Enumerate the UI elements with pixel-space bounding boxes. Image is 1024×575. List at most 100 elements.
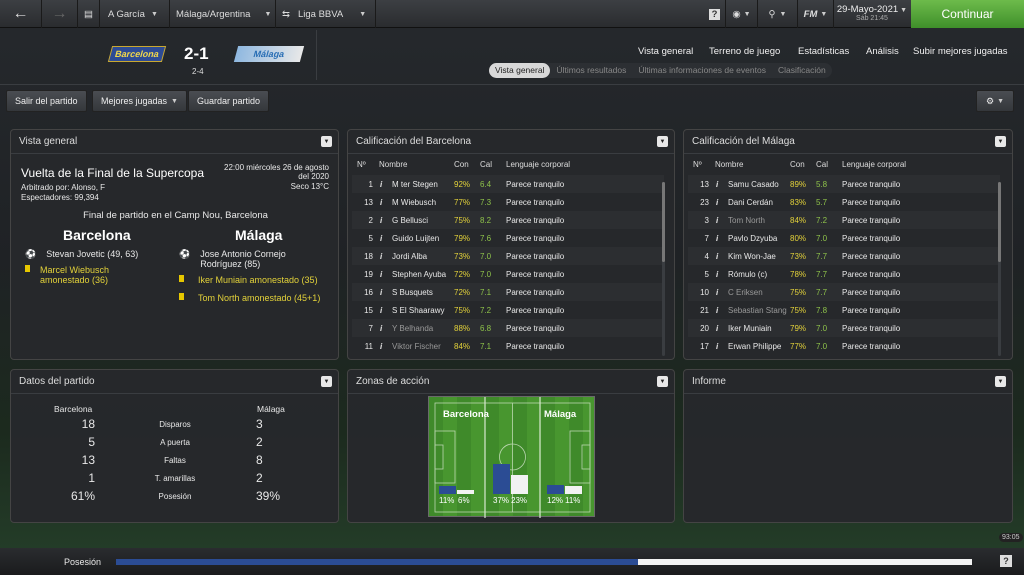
player-condition: 77% bbox=[790, 341, 807, 351]
match-datetime: 22:00 miércoles 26 de agosto del 2020 bbox=[224, 163, 329, 181]
info-icon[interactable]: i bbox=[716, 270, 722, 279]
player-name: C Eriksen bbox=[728, 287, 763, 297]
top-bar: ← → ▤ A García ▼ Málaga/Argentina ▼ ⇆ Liga … bbox=[0, 0, 1024, 28]
fm-menu[interactable]: FM ▼ bbox=[798, 0, 834, 28]
player-rating: 7.6 bbox=[480, 233, 492, 243]
info-icon[interactable]: i bbox=[716, 216, 722, 225]
player-row[interactable]: 15 i S El Shaarawy 75% 7.2 Parece tranquilo bbox=[352, 301, 664, 319]
highlights-button[interactable]: Mejores jugadas ▼ bbox=[92, 90, 187, 112]
stat-home-value: 5 bbox=[88, 435, 95, 449]
panel-menu-icon[interactable]: ▼ bbox=[995, 136, 1006, 147]
player-number: 10 bbox=[700, 287, 709, 297]
player-row[interactable]: 5 i Rómulo (c) 78% 7.7 Parece tranquilo bbox=[688, 265, 1000, 283]
nation-label: Málaga/Argentina bbox=[176, 8, 251, 20]
help-icon[interactable]: ? bbox=[1000, 555, 1012, 567]
player-row[interactable]: 13 i M Wiebusch 77% 7.3 Parece tranquilo bbox=[352, 193, 664, 211]
globe-icon[interactable]: ◉ ▼ bbox=[726, 0, 758, 28]
info-icon[interactable]: i bbox=[716, 234, 722, 243]
player-row[interactable]: 10 i C Eriksen 75% 7.7 Parece tranquilo bbox=[688, 283, 1000, 301]
info-icon[interactable]: i bbox=[716, 324, 722, 333]
info-icon[interactable]: i bbox=[716, 198, 722, 207]
nation-dropdown[interactable]: Málaga/Argentina ▼ bbox=[170, 0, 276, 28]
scrollbar[interactable] bbox=[662, 182, 665, 356]
panel-menu-icon[interactable]: ▼ bbox=[995, 376, 1006, 387]
menu-estadisticas[interactable]: Estadísticas bbox=[798, 46, 849, 57]
game-date[interactable]: 29-Mayo-2021 ▼ Sáb 21:45 bbox=[836, 4, 908, 22]
player-row[interactable]: 21 i Sebastian Stang 75% 7.8 Parece tranquilo bbox=[688, 301, 1000, 319]
continue-button[interactable]: Continuar bbox=[911, 0, 1024, 28]
tab-vista-general[interactable]: Vista general bbox=[489, 63, 551, 78]
save-match-button[interactable]: Guardar partido bbox=[188, 90, 270, 112]
header-divider bbox=[316, 30, 317, 80]
player-number: 7 bbox=[368, 323, 373, 333]
info-icon[interactable]: i bbox=[380, 234, 386, 243]
player-row[interactable]: 2i G Bellusci 75% 8.2 Parece tranquilo bbox=[352, 211, 664, 229]
player-row[interactable]: 19 i Stephen Ayuba 72% 7.0 Parece tranquilo bbox=[352, 265, 664, 283]
report-title: Informe bbox=[684, 370, 1012, 394]
scrollbar[interactable] bbox=[998, 182, 1001, 356]
help-glyph: ? bbox=[708, 8, 721, 20]
info-icon[interactable]: i bbox=[716, 252, 722, 261]
player-row[interactable]: 20 i Iker Muniain 79% 7.0 Parece tranquilo bbox=[688, 319, 1000, 337]
player-row[interactable]: 18 i Jordi Alba 73% 7.0 Parece tranquilo bbox=[352, 247, 664, 265]
info-icon[interactable]: i bbox=[716, 306, 722, 315]
competition-dropdown[interactable]: ⇆ Liga BBVA ▼ bbox=[276, 0, 376, 28]
home-team-badge[interactable]: Barcelona bbox=[107, 46, 167, 62]
info-icon[interactable]: i bbox=[716, 288, 722, 297]
col-con: Con bbox=[790, 160, 805, 169]
settings-gear-icon[interactable]: ⚙ ▼ bbox=[976, 90, 1014, 112]
leave-match-button[interactable]: Salir del partido bbox=[6, 90, 87, 112]
info-icon[interactable]: i bbox=[716, 342, 722, 351]
player-row[interactable]: 7i Y Belhanda 88% 6.8 Parece tranquilo bbox=[352, 319, 664, 337]
player-row[interactable]: 13 i Samu Casado 89% 5.8 Parece tranquilo bbox=[688, 175, 1000, 193]
stat-label: T. amarillas bbox=[154, 474, 196, 483]
forward-arrow-icon[interactable]: → bbox=[42, 0, 78, 28]
info-icon[interactable]: i bbox=[380, 288, 386, 297]
stat-label: Posesión bbox=[158, 492, 192, 501]
col-name: Nombre bbox=[379, 160, 408, 169]
tab-ultimos-resultados[interactable]: Últimos resultados bbox=[550, 63, 632, 78]
player-row[interactable]: 17 i Erwan Philippe 77% 7.0 Parece tranquilo bbox=[688, 337, 1000, 355]
menu-vista-general[interactable]: Vista general bbox=[638, 46, 693, 57]
player-rating: 7.8 bbox=[816, 305, 828, 315]
info-icon[interactable]: i bbox=[716, 180, 722, 189]
player-row[interactable]: 4 i Kim Won-Jae 73% 7.7 Parece tranquilo bbox=[688, 247, 1000, 265]
player-number: 5 bbox=[368, 233, 373, 243]
info-icon[interactable]: i bbox=[380, 306, 386, 315]
panel-menu-icon[interactable]: ▼ bbox=[321, 136, 332, 147]
player-row[interactable]: 23 i Dani Cerdán 83% 5.7 Parece tranquilo bbox=[688, 193, 1000, 211]
info-icon[interactable]: i bbox=[380, 180, 386, 189]
info-icon[interactable]: i bbox=[380, 342, 386, 351]
player-row[interactable]: 5 i Guido Luijten 79% 7.6 Parece tranquilo bbox=[352, 229, 664, 247]
panel-menu-icon[interactable]: ▼ bbox=[321, 376, 332, 387]
highlights-label: Mejores jugadas bbox=[101, 96, 168, 106]
stat-away-value: 2 bbox=[256, 471, 263, 485]
menu-subir[interactable]: Subir mejores jugadas bbox=[913, 46, 1008, 57]
info-icon[interactable]: i bbox=[380, 324, 386, 333]
panel-menu-icon[interactable]: ▼ bbox=[657, 136, 668, 147]
info-icon[interactable]: i bbox=[380, 198, 386, 207]
player-row[interactable]: 1i M ter Stegen 92% 6.4 Parece tranquilo bbox=[352, 175, 664, 193]
player-number: 3 bbox=[704, 215, 709, 225]
tab-clasificacion[interactable]: Clasificación bbox=[772, 63, 832, 78]
menu-terreno[interactable]: Terreno de juego bbox=[709, 46, 780, 57]
menu-analisis[interactable]: Análisis bbox=[866, 46, 899, 57]
player-row[interactable]: 16 i S Busquets 72% 7.1 Parece tranquilo bbox=[352, 283, 664, 301]
player-row[interactable]: 3 i Tom North 84% 7.2 Parece tranquilo bbox=[688, 211, 1000, 229]
team-dropdown[interactable]: A García ▼ bbox=[100, 0, 170, 28]
stat-away-value: 8 bbox=[256, 453, 263, 467]
info-icon[interactable]: i bbox=[380, 216, 386, 225]
back-arrow-icon[interactable]: ← bbox=[0, 0, 42, 28]
player-row[interactable]: 7 i Pavlo Dzyuba 80% 7.0 Parece tranquilo bbox=[688, 229, 1000, 247]
panel-menu-icon[interactable]: ▼ bbox=[657, 376, 668, 387]
player-condition: 83% bbox=[790, 197, 807, 207]
tab-eventos[interactable]: Últimas informaciones de eventos bbox=[632, 63, 772, 78]
player-condition: 88% bbox=[454, 323, 471, 333]
help-icon[interactable]: ? bbox=[704, 0, 726, 28]
search-icon[interactable]: ⚲ ▼ bbox=[758, 0, 798, 28]
info-icon[interactable]: i bbox=[380, 252, 386, 261]
player-row[interactable]: 11 i Viktor Fischer 84% 7.1 Parece tranquilo bbox=[352, 337, 664, 355]
manager-car-icon[interactable]: ▤ bbox=[78, 0, 100, 28]
info-icon[interactable]: i bbox=[380, 270, 386, 279]
away-team-badge[interactable]: Málaga bbox=[233, 46, 305, 62]
